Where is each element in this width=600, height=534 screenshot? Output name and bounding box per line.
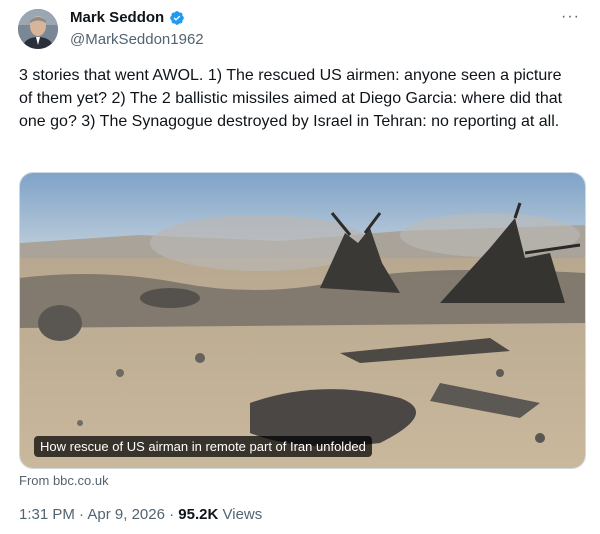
- more-options-icon[interactable]: ···: [561, 8, 580, 26]
- tweet-media[interactable]: How rescue of US airman in remote part o…: [19, 172, 586, 469]
- meta-separator: ·: [79, 506, 85, 523]
- tweet-time[interactable]: 1:31 PM: [19, 506, 75, 523]
- tweet-text: 3 stories that went AWOL. 1) The rescued…: [19, 67, 567, 130]
- author-handle[interactable]: @MarkSeddon1962: [70, 31, 204, 48]
- verified-badge-icon: [170, 10, 185, 25]
- tweet-meta: 1:31 PM · Apr 9, 2026 · 95.2K Views: [19, 506, 262, 523]
- author-name[interactable]: Mark Seddon: [70, 9, 164, 26]
- views-count: 95.2K: [178, 506, 219, 523]
- author-row: Mark Seddon: [70, 9, 185, 26]
- avatar[interactable]: [18, 9, 58, 49]
- wreckage-photo: [20, 173, 585, 468]
- tweet-date[interactable]: Apr 9, 2026: [87, 506, 165, 523]
- link-source[interactable]: From bbc.co.uk: [19, 473, 109, 488]
- meta-separator: ·: [169, 506, 175, 523]
- avatar-image: [18, 9, 58, 49]
- views-label: Views: [222, 506, 263, 523]
- media-caption: How rescue of US airman in remote part o…: [34, 436, 372, 457]
